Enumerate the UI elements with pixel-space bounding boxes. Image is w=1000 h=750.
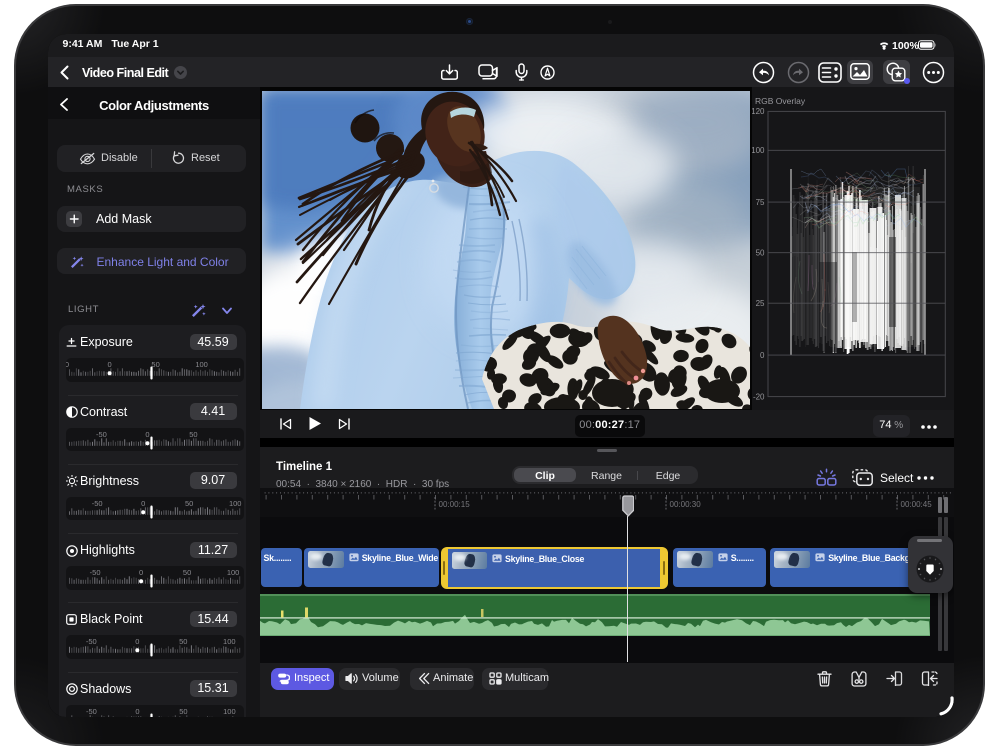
svg-text:0: 0	[108, 360, 112, 369]
svg-text:25: 25	[756, 299, 765, 308]
svg-text:100%: 100%	[892, 40, 920, 50]
svg-text:0: 0	[135, 707, 139, 716]
svg-text:100: 100	[752, 146, 765, 155]
svg-text:100: 100	[195, 360, 208, 369]
svg-text:50: 50	[756, 248, 765, 257]
svg-text:-50: -50	[86, 707, 97, 716]
svg-text:0: 0	[135, 637, 139, 646]
svg-text:50: 50	[189, 430, 197, 439]
svg-text:0: 0	[141, 499, 145, 508]
svg-text:-50: -50	[86, 637, 97, 646]
svg-text:50: 50	[185, 499, 193, 508]
svg-text:100: 100	[223, 637, 236, 646]
svg-text:100: 100	[229, 499, 242, 508]
svg-text:75: 75	[756, 197, 765, 206]
svg-text:RGB Overlay: RGB Overlay	[755, 96, 806, 106]
svg-text:-20: -20	[753, 392, 765, 401]
svg-text:-50: -50	[96, 430, 107, 439]
svg-text:50: 50	[183, 568, 191, 577]
svg-text:00:00:45: 00:00:45	[901, 500, 933, 509]
svg-text:0: 0	[145, 430, 149, 439]
svg-text:00:00:15: 00:00:15	[439, 500, 471, 509]
svg-text:-50: -50	[92, 499, 103, 508]
svg-text:0: 0	[139, 568, 143, 577]
svg-text:100: 100	[227, 568, 240, 577]
svg-text:-50: -50	[66, 360, 69, 369]
svg-text:120: 120	[752, 107, 765, 116]
svg-text:50: 50	[179, 637, 187, 646]
svg-text:0: 0	[760, 350, 765, 359]
svg-text:50: 50	[179, 707, 187, 716]
svg-text:-50: -50	[90, 568, 101, 577]
svg-text:00:00:30: 00:00:30	[670, 500, 702, 509]
svg-text:100: 100	[223, 707, 236, 716]
svg-text:50: 50	[151, 360, 159, 369]
